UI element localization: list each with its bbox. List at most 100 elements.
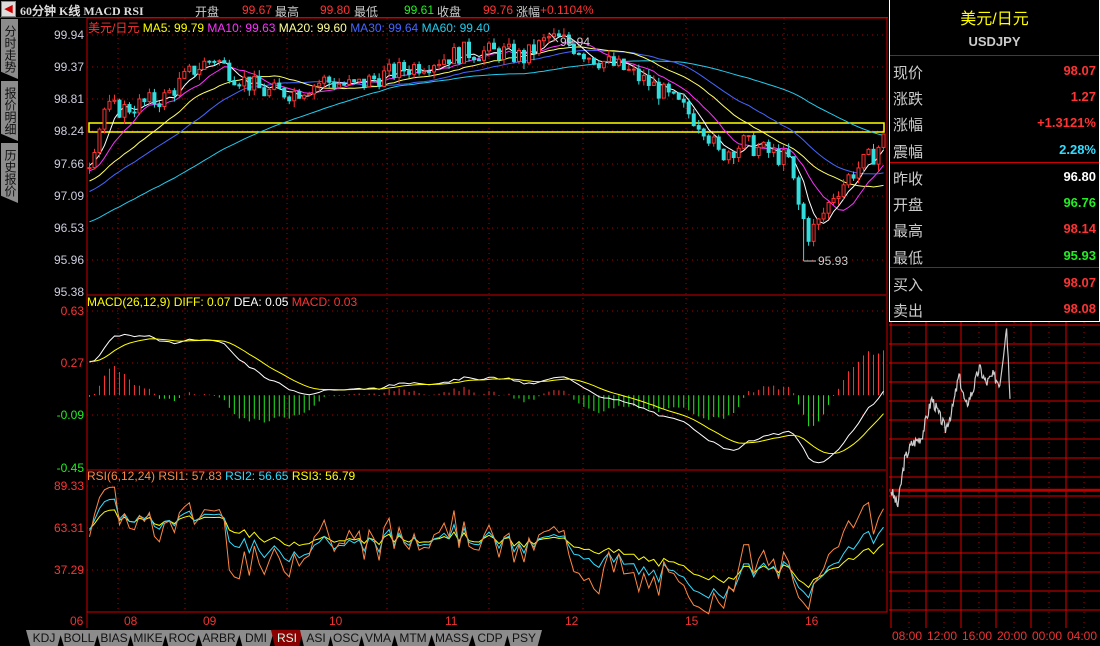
macd-name: MACD(26,12,9): [87, 295, 171, 309]
candle-up: [137, 98, 142, 114]
candle-down: [207, 60, 212, 63]
candle-up: [367, 75, 372, 88]
time-label: 04:00: [1067, 629, 1098, 643]
x-label: 08: [124, 614, 138, 628]
candle-down: [142, 98, 147, 103]
indicator-tab-arbr[interactable]: ARBR: [197, 630, 241, 646]
candle-up: [756, 146, 761, 157]
candle-down: [596, 63, 601, 69]
quote-row-value: 1.27: [1070, 89, 1096, 104]
candle-up: [217, 60, 222, 63]
indicator-tab-mass[interactable]: MASS: [430, 630, 474, 646]
time-label: 12:00: [927, 629, 958, 643]
ma30-line: [89, 49, 884, 192]
candle-up: [846, 174, 851, 186]
candle-up: [616, 58, 621, 66]
x-label: 09: [203, 614, 217, 628]
candle-up: [197, 68, 202, 75]
indicator-tab-boll[interactable]: BOLL: [59, 630, 99, 646]
diff-value: DIFF: 0.07: [173, 295, 231, 309]
high-marker-label: 99.94: [560, 35, 591, 49]
candle-down: [467, 41, 472, 59]
candle-up: [546, 36, 551, 39]
indicator-tab-vma[interactable]: VMA: [360, 630, 396, 646]
indicator-tab-dmi[interactable]: DMI: [238, 630, 274, 646]
candle-down: [287, 96, 292, 102]
quote-row-value: 98.08: [1063, 301, 1096, 316]
price-tick: 96.53: [53, 221, 84, 235]
candle-up: [107, 100, 112, 110]
candle-up: [422, 71, 427, 74]
candle-down: [262, 87, 267, 97]
candle-up: [771, 148, 776, 153]
macd-legend: MACD(26,12,9) DIFF: 0.07 DEA: 0.05 MACD:…: [87, 295, 357, 309]
quote-row-label: 最低: [893, 250, 924, 267]
candle-up: [267, 88, 272, 97]
candle-up: [187, 65, 192, 72]
candle-down: [417, 64, 422, 74]
candle-up: [322, 76, 327, 84]
candle-up: [182, 70, 187, 79]
quote-row: 涨幅 +1.3121%: [892, 110, 1098, 136]
intraday-mini-chart[interactable]: [889, 322, 1100, 628]
rsi2-line: [89, 498, 884, 600]
candle-up: [302, 94, 307, 99]
indicator-tab-roc[interactable]: ROC: [164, 630, 200, 646]
candle-up: [432, 65, 437, 73]
candle-down: [372, 75, 377, 80]
candle-down: [342, 83, 347, 86]
x-label: 10: [329, 614, 343, 628]
candle-down: [277, 82, 282, 89]
candle-down: [511, 43, 516, 62]
indicator-tab-osc[interactable]: OSC: [329, 630, 363, 646]
candle-down: [621, 58, 626, 71]
candle-down: [237, 84, 242, 87]
candle-down: [152, 92, 157, 105]
candle-up: [736, 147, 741, 159]
candle-down: [531, 44, 536, 55]
candle-down: [352, 79, 357, 83]
candle-up: [347, 79, 352, 85]
indicator-tab-kdj[interactable]: KDJ: [26, 630, 62, 646]
divider: [890, 55, 1099, 56]
main-chart[interactable]: [0, 0, 889, 646]
candle-down: [407, 70, 412, 75]
candle-up: [841, 184, 846, 198]
candle-up: [272, 82, 277, 90]
candle-up: [586, 57, 591, 60]
candle-up: [526, 44, 531, 64]
ma20-line: [89, 46, 884, 188]
chart-frame: [86, 17, 888, 613]
indicator-tab-cdp[interactable]: CDP: [471, 630, 509, 646]
quote-row-value: 96.76: [1063, 195, 1096, 210]
indicator-tab-rsi[interactable]: RSI: [271, 630, 303, 646]
rsi1-value: RSI1: 57.83: [158, 469, 222, 483]
candle-up: [482, 50, 487, 61]
x-label: 16: [805, 614, 819, 628]
indicator-tab-psy[interactable]: PSY: [506, 630, 542, 646]
quote-row-value: 95.93: [1063, 248, 1096, 263]
indicator-tab-asi[interactable]: ASI: [300, 630, 332, 646]
ma60-value: MA60: 99.40: [421, 21, 490, 35]
candle-up: [876, 146, 881, 165]
indicator-tab-bias[interactable]: BIAS: [96, 630, 132, 646]
candle-up: [307, 93, 312, 96]
candle-down: [427, 71, 432, 74]
candle-up: [746, 135, 751, 138]
macd-tick: 0.63: [60, 304, 84, 318]
candle-down: [671, 91, 676, 94]
candle-up: [661, 83, 666, 99]
mini-bg: [889, 322, 1099, 628]
macd-tick: -0.09: [56, 408, 84, 422]
time-label: 08:00: [892, 629, 923, 643]
candle-down: [477, 59, 482, 62]
candle-down: [801, 203, 806, 220]
candle-up: [252, 75, 257, 91]
indicator-tab-mtm[interactable]: MTM: [393, 630, 433, 646]
quote-row: 最高 98.14: [892, 216, 1098, 242]
indicator-tab-mike[interactable]: MIKE: [129, 630, 167, 646]
ma30-value: MA30: 99.64: [350, 21, 419, 35]
candle-up: [122, 104, 127, 118]
candle-up: [202, 60, 207, 70]
candle-down: [282, 87, 287, 98]
